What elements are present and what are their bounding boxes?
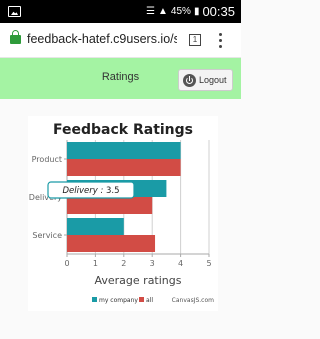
- bar-all-product: [67, 159, 181, 176]
- bar-my-company-service: [67, 218, 124, 235]
- legend-label-all: all: [146, 297, 153, 304]
- tab-switcher-button[interactable]: 1: [189, 34, 201, 46]
- status-icons: ☰ ▲ 45% ▮ 00:35: [146, 3, 235, 20]
- legend-swatch-all: [139, 297, 144, 302]
- battery-percent: 45%: [170, 6, 191, 17]
- signal-icon: ▲: [158, 6, 168, 17]
- category-label-service: Service: [32, 231, 62, 240]
- chart-credit: CanvasJS.com: [172, 297, 214, 304]
- x-tick-label-4: 4: [178, 259, 183, 268]
- bar-all-service: [67, 235, 156, 252]
- clock: 00:35: [202, 4, 235, 19]
- tooltip-value: 3.5: [106, 186, 120, 196]
- status-bar: ☰ ▲ 45% ▮ 00:35: [0, 0, 241, 23]
- x-tick-label-3: 3: [150, 259, 155, 268]
- x-tick-label-5: 5: [206, 259, 211, 268]
- category-label-product: Product: [32, 155, 62, 164]
- tooltip-text: Delivery : 3.5: [62, 186, 119, 196]
- legend-swatch-my-company: [92, 297, 97, 302]
- battery-icon: ▮: [193, 6, 200, 17]
- bar-my-company-product: [67, 142, 181, 159]
- wifi-icon: ☰: [146, 6, 156, 17]
- app-header: Ratings Logout: [0, 58, 241, 99]
- lock-icon: [10, 30, 21, 44]
- bar-all-delivery: [67, 197, 153, 214]
- gallery-icon: [8, 6, 21, 17]
- x-tick-label-1: 1: [93, 259, 98, 268]
- url-field[interactable]: feedback-hatef.c9users.io/s: [27, 32, 177, 46]
- logout-button[interactable]: Logout: [178, 69, 233, 91]
- more-options-icon[interactable]: [217, 33, 223, 48]
- legend-label-my-company: my company: [99, 297, 138, 304]
- power-icon: [183, 73, 196, 87]
- browser-url-bar: feedback-hatef.c9users.io/s 1: [0, 23, 241, 58]
- ratings-chart-card: Feedback Ratings 0 1 2 3 4 5 Product Delivery Ser…: [28, 116, 218, 311]
- chart-title: Feedback Ratings: [53, 122, 193, 138]
- feedback-ratings-chart: Feedback Ratings0 1 2 3 4 5ProductDeliverySer…: [29, 122, 214, 304]
- x-tick-label-2: 2: [121, 259, 126, 268]
- tooltip-label: Delivery :: [62, 186, 106, 196]
- logout-label: Logout: [199, 75, 227, 85]
- x-axis-title: Average ratings: [95, 274, 182, 287]
- x-tick-label-0: 0: [64, 259, 69, 268]
